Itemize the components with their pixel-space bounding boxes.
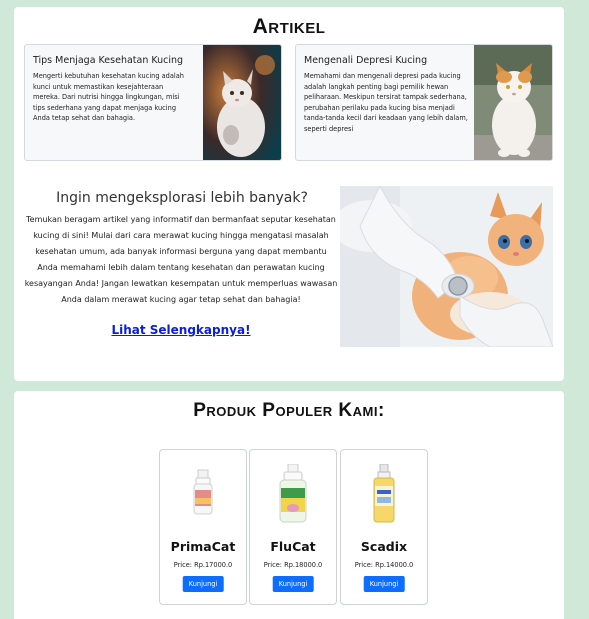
articles-section-title: Artikel bbox=[252, 15, 326, 38]
product-price: Price: Rp.17000.0 bbox=[173, 561, 233, 569]
product-card-flucat: FluCat Price: Rp.18000.0 Kunjungi bbox=[249, 449, 337, 605]
product-name: FluCat bbox=[270, 539, 316, 554]
article-card-title: Mengenali Depresi Kucing bbox=[304, 55, 428, 66]
article-card-text: Memahami dan mengenali depresi pada kuci… bbox=[304, 72, 468, 133]
product-name: PrimaCat bbox=[170, 539, 236, 554]
products-panel: Produk Populer Kami: PrimaCat Price: Rp.… bbox=[14, 391, 564, 619]
article-card-cat-health[interactable]: Tips Menjaga Kesehatan Kucing Mengerti k… bbox=[24, 44, 282, 161]
article-card-cat-depression[interactable]: Mengenali Depresi Kucing Memahami dan me… bbox=[295, 44, 553, 161]
product-card-primacat: PrimaCat Price: Rp.17000.0 Kunjungi bbox=[159, 449, 247, 605]
visit-button[interactable]: Kunjungi bbox=[272, 576, 314, 592]
articles-panel: Artikel Tips Menjaga Kesehatan Kucing Me… bbox=[14, 7, 564, 381]
article-card-title: Tips Menjaga Kesehatan Kucing bbox=[33, 55, 184, 66]
vet-kitten-image bbox=[340, 186, 553, 347]
article-card-image bbox=[203, 45, 281, 160]
product-image bbox=[262, 463, 324, 526]
product-card-scadix: Scadix Price: Rp.14000.0 Kunjungi bbox=[340, 449, 428, 605]
article-card-text: Mengerti kebutuhan kesehatan kucing adal… bbox=[33, 72, 184, 123]
product-image bbox=[172, 464, 234, 526]
product-image bbox=[353, 463, 415, 526]
visit-button[interactable]: Kunjungi bbox=[182, 576, 224, 592]
product-price: Price: Rp.14000.0 bbox=[354, 561, 414, 569]
explore-description: Temukan beragam artikel yang informatif … bbox=[24, 215, 338, 304]
see-more-link[interactable]: Lihat Selengkapnya! bbox=[24, 323, 338, 337]
visit-button[interactable]: Kunjungi bbox=[363, 576, 405, 592]
products-section-title: Produk Populer Kami: bbox=[193, 400, 385, 421]
article-card-image bbox=[474, 45, 552, 160]
product-price: Price: Rp.18000.0 bbox=[263, 561, 323, 569]
explore-heading: Ingin mengeksplorasi lebih banyak? bbox=[56, 190, 308, 206]
product-name: Scadix bbox=[360, 539, 408, 554]
